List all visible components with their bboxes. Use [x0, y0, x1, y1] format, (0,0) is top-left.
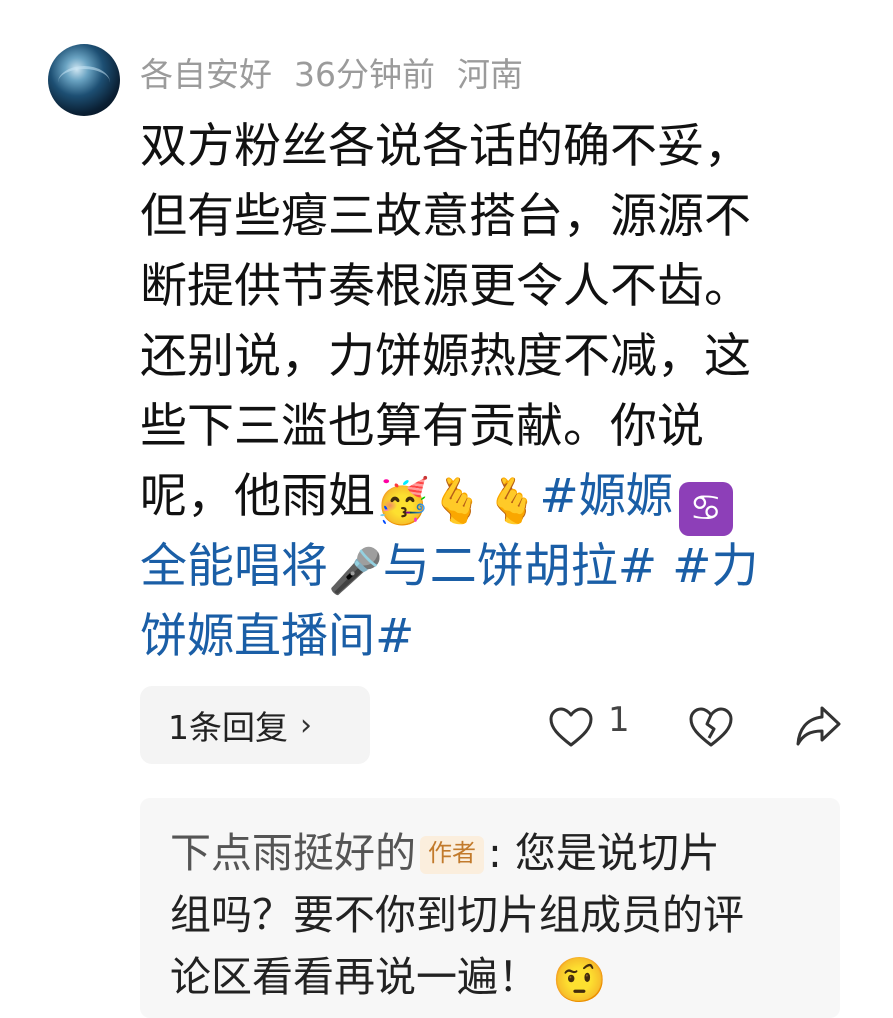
reply-username[interactable]: 下点雨挺好的 [170, 829, 416, 877]
hashtag-link[interactable]: 饼嫄直播间# [140, 602, 820, 672]
post-time: 36分钟前 [294, 55, 435, 94]
heart-hand-emoji-icon: 🫰 [429, 476, 485, 527]
comment-line: 全能唱将🎤与二饼胡拉# #力 [140, 532, 820, 602]
cancer-sign-emoji-icon: ♋ [678, 482, 733, 536]
comment-meta: 各自安好 36分钟前 河南 [140, 48, 545, 96]
comment-line: 双方粉丝各说各话的确不妥， [140, 119, 751, 174]
reply-line: 论区看看再说一遍！ 🤨 [170, 946, 840, 1008]
chevron-right-icon: › [300, 707, 312, 743]
ip-location: 河南 [457, 55, 523, 94]
view-replies-button[interactable]: 1条回复 › [140, 686, 370, 764]
replies-label: 1条回复 [168, 708, 288, 747]
hashtag-link[interactable]: 全能唱将 [140, 539, 328, 594]
comment-line: 呢，他雨姐🥳🫰🫰#嫄嫄 ♋ [140, 462, 820, 536]
hashtag-link[interactable]: #力 [672, 539, 758, 594]
reply-text: 论区看看再说一遍！ [170, 953, 539, 1001]
share-arrow-icon[interactable] [794, 702, 842, 748]
comment-line: 但有些瘪三故意搭台，源源不 [140, 189, 751, 244]
author-badge: 作者 [420, 836, 484, 874]
like-count: 1 [608, 700, 630, 740]
user-avatar[interactable] [48, 44, 120, 116]
comment-text: 呢，他雨姐 [140, 469, 375, 524]
comment-body: 双方粉丝各说各话的确不妥， 但有些瘪三故意搭台，源源不 断提供节奏根源更令人不齿… [140, 112, 820, 672]
skeptical-face-emoji-icon: 🤨 [552, 955, 607, 1006]
reply-line: 组吗？要不你到切片组成员的评 [170, 891, 744, 939]
microphone-emoji-icon: 🎤 [328, 546, 383, 597]
comment-card: 各自安好 36分钟前 河南 双方粉丝各说各话的确不妥， 但有些瘪三故意搭台，源源… [0, 0, 893, 1018]
reply-preview[interactable]: 下点雨挺好的 作者: 您是说切片 组吗？要不你到切片组成员的评 论区看看再说一遍！… [140, 798, 840, 1018]
heart-like-icon[interactable] [548, 706, 594, 748]
hashtag-link[interactable]: #嫄嫄 [539, 469, 672, 524]
reply-line: 下点雨挺好的 作者: 您是说切片 [170, 822, 840, 884]
hashtag-link[interactable]: 与二饼胡拉# [383, 539, 657, 594]
username[interactable]: 各自安好 [140, 48, 272, 96]
broken-heart-dislike-icon[interactable] [688, 706, 734, 748]
singing-emoji-icon: 🥳 [375, 476, 430, 527]
comment-line: 断提供节奏根源更令人不齿。 [140, 259, 751, 314]
comment-line: 些下三滥也算有贡献。你说 [140, 399, 704, 454]
reply-text: : 您是说切片 [488, 829, 720, 877]
comment-line: 还别说，力饼嫄热度不减，这 [140, 329, 751, 384]
heart-hand-emoji-icon: 🫰 [484, 476, 540, 527]
